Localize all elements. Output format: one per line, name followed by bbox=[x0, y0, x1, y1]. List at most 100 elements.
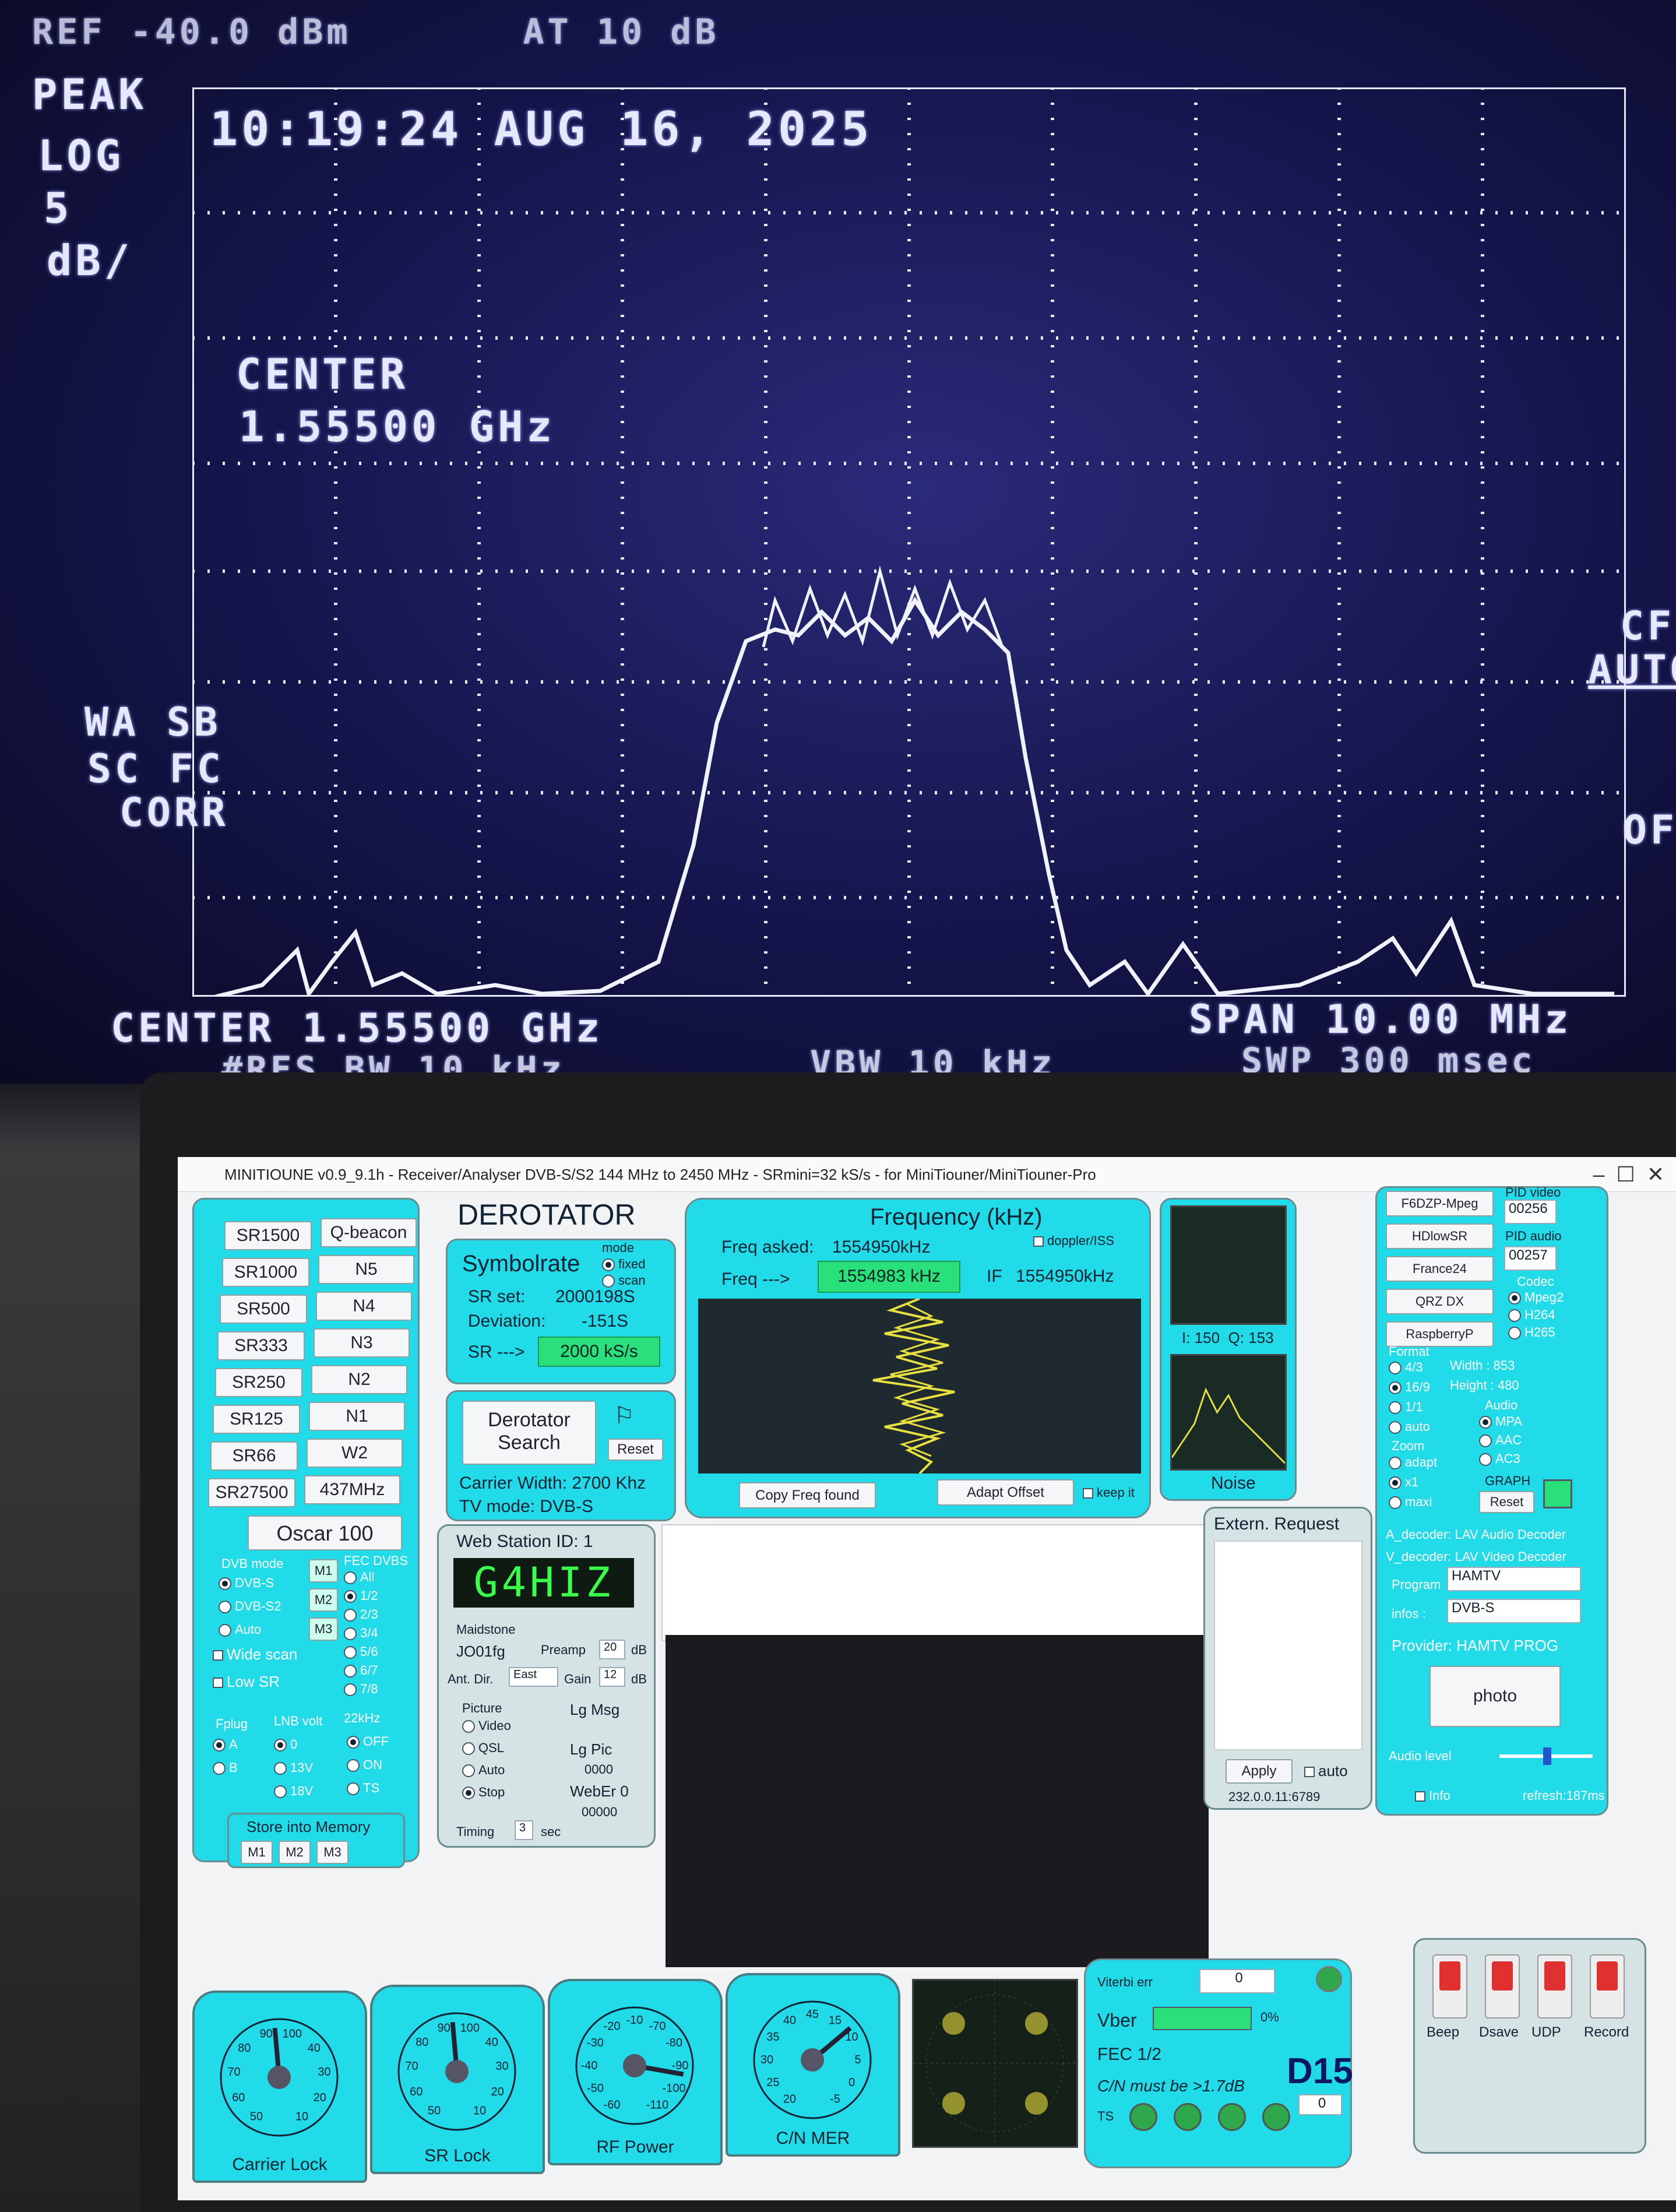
derotator-search-button[interactable]: Derotator Search bbox=[462, 1401, 596, 1465]
channel-button-3[interactable]: QRZ DX bbox=[1386, 1289, 1494, 1314]
graph-toggle[interactable] bbox=[1543, 1479, 1572, 1508]
sr-button-3[interactable]: SR333 bbox=[217, 1331, 305, 1360]
doppler-checkbox[interactable]: doppler/ISS bbox=[1033, 1233, 1114, 1249]
lnb-radio-0[interactable]: 0 bbox=[274, 1737, 297, 1752]
khz-radio-0[interactable]: OFF bbox=[347, 1734, 389, 1749]
audio-radio-2[interactable]: AC3 bbox=[1479, 1451, 1520, 1467]
copy-freq-button[interactable]: Copy Freq found bbox=[739, 1482, 876, 1508]
fplug-radio-1[interactable]: B bbox=[213, 1760, 238, 1775]
adapt-offset-button[interactable]: Adapt Offset bbox=[937, 1479, 1074, 1506]
picture-radio-1[interactable]: QSL bbox=[462, 1740, 504, 1756]
switch-1[interactable] bbox=[1485, 1954, 1520, 2018]
format-radio-1[interactable]: 16/9 bbox=[1389, 1380, 1430, 1395]
infos-field[interactable]: DVB-S bbox=[1447, 1599, 1581, 1623]
codec-radio-2[interactable]: H265 bbox=[1508, 1325, 1555, 1340]
sr-button-7[interactable]: SR27500 bbox=[208, 1478, 295, 1507]
channel-button-2[interactable]: France24 bbox=[1386, 1256, 1494, 1282]
mode-scan-radio[interactable]: scan bbox=[602, 1273, 645, 1288]
preset-button-3[interactable]: N3 bbox=[314, 1328, 410, 1358]
picture-radio-0[interactable]: Video bbox=[462, 1718, 511, 1733]
store-button-1[interactable]: M2 bbox=[279, 1841, 311, 1864]
store-button-0[interactable]: M1 bbox=[241, 1841, 273, 1864]
preset-button-1[interactable]: N5 bbox=[318, 1255, 414, 1284]
lnb-radio-2[interactable]: 18V bbox=[274, 1784, 313, 1799]
dvb-mode-radio-2[interactable]: Auto bbox=[219, 1622, 261, 1637]
zoom-radio-0[interactable]: adapt bbox=[1389, 1455, 1437, 1470]
info-checkbox[interactable]: Info bbox=[1415, 1788, 1450, 1803]
height-label-text: Height : bbox=[1450, 1378, 1494, 1392]
derotator-reset-button[interactable]: Reset bbox=[608, 1439, 663, 1461]
preset-button-2[interactable]: N4 bbox=[316, 1292, 412, 1321]
fec-radio-2[interactable]: 2/3 bbox=[344, 1607, 378, 1622]
extern-request-list[interactable] bbox=[1214, 1541, 1362, 1750]
fec-radio-6[interactable]: 7/8 bbox=[344, 1682, 378, 1697]
format-radio-3[interactable]: auto bbox=[1389, 1419, 1430, 1434]
codec-radio-1[interactable]: H264 bbox=[1508, 1307, 1555, 1323]
audio-radio-0[interactable]: MPA bbox=[1479, 1414, 1522, 1429]
khz-radio-1[interactable]: ON bbox=[347, 1757, 382, 1773]
oscar-100-button[interactable]: Oscar 100 bbox=[248, 1515, 402, 1550]
ant-dir-field[interactable]: East bbox=[509, 1667, 558, 1687]
dvb-m-button-1[interactable]: M2 bbox=[309, 1588, 338, 1612]
low-sr-checkbox[interactable]: Low SR bbox=[213, 1673, 280, 1691]
channel-button-1[interactable]: HDlowSR bbox=[1386, 1223, 1494, 1249]
sr-button-6[interactable]: SR66 bbox=[210, 1441, 298, 1471]
dvb-m-button-0[interactable]: M1 bbox=[309, 1559, 338, 1582]
format-radio-2[interactable]: 1/1 bbox=[1389, 1399, 1423, 1415]
wide-scan-checkbox[interactable]: Wide scan bbox=[213, 1645, 297, 1664]
picture-radio-3[interactable]: Stop bbox=[462, 1785, 505, 1800]
sr-button-0[interactable]: SR1500 bbox=[224, 1221, 312, 1250]
fec-label-3: 3/4 bbox=[360, 1626, 378, 1640]
zoom-radio-2[interactable]: maxi bbox=[1389, 1494, 1432, 1510]
auto-checkbox[interactable]: auto bbox=[1304, 1762, 1348, 1780]
pid-video-field[interactable]: 00256 bbox=[1504, 1200, 1557, 1224]
sr-button-4[interactable]: SR250 bbox=[215, 1368, 302, 1397]
preset-button-7[interactable]: 437MHz bbox=[304, 1475, 400, 1504]
picture-radio-2[interactable]: Auto bbox=[462, 1763, 505, 1778]
graph-reset-button[interactable]: Reset bbox=[1479, 1491, 1534, 1513]
fec-radio-1[interactable]: 1/2 bbox=[344, 1588, 378, 1603]
preset-button-4[interactable]: N2 bbox=[311, 1365, 407, 1394]
preset-button-0[interactable]: Q-beacon bbox=[321, 1218, 417, 1247]
timing-field[interactable]: 3 bbox=[515, 1820, 533, 1840]
switch-3[interactable] bbox=[1590, 1954, 1625, 2018]
sr-button-1[interactable]: SR1000 bbox=[222, 1258, 309, 1287]
switch-0[interactable] bbox=[1432, 1954, 1467, 2018]
gain-field[interactable]: 12 bbox=[599, 1667, 625, 1687]
keep-it-checkbox[interactable]: keep it bbox=[1083, 1485, 1135, 1500]
preset-button-6[interactable]: W2 bbox=[307, 1439, 403, 1468]
format-label-0: 4/3 bbox=[1405, 1360, 1423, 1374]
fplug-radio-0[interactable]: A bbox=[213, 1737, 238, 1752]
audio-level-slider[interactable] bbox=[1499, 1747, 1593, 1765]
khz-radio-2[interactable]: TS bbox=[347, 1781, 379, 1796]
fec-radio-5[interactable]: 6/7 bbox=[344, 1663, 378, 1678]
lnb-radio-1[interactable]: 13V bbox=[274, 1760, 313, 1775]
mode-fixed-radio[interactable]: fixed bbox=[602, 1257, 645, 1272]
zoom-radio-1[interactable]: x1 bbox=[1389, 1475, 1418, 1490]
pid-audio-field[interactable]: 00257 bbox=[1504, 1246, 1557, 1271]
viterbi-field: 0 bbox=[1199, 1969, 1275, 1993]
channel-button-4[interactable]: RaspberryP bbox=[1386, 1321, 1494, 1347]
locator: JO01fg bbox=[456, 1643, 505, 1660]
program-field[interactable]: HAMTV bbox=[1447, 1567, 1581, 1591]
dvb-m-button-2[interactable]: M3 bbox=[309, 1617, 338, 1641]
if-label: IF bbox=[987, 1267, 1002, 1286]
photo-button[interactable]: photo bbox=[1429, 1666, 1561, 1727]
apply-button[interactable]: Apply bbox=[1226, 1759, 1293, 1784]
preamp-field[interactable]: 20 bbox=[599, 1640, 625, 1659]
fec-radio-4[interactable]: 5/6 bbox=[344, 1644, 378, 1659]
channel-button-0[interactable]: F6DZP-Mpeg bbox=[1386, 1191, 1494, 1216]
sr-button-2[interactable]: SR500 bbox=[220, 1295, 307, 1324]
format-radio-0[interactable]: 4/3 bbox=[1389, 1360, 1423, 1375]
store-button-2[interactable]: M3 bbox=[316, 1841, 348, 1864]
sr-button-5[interactable]: SR125 bbox=[213, 1405, 300, 1434]
dvb-mode-radio-0[interactable]: DVB-S bbox=[219, 1576, 274, 1591]
dvb-mode-radio-1[interactable]: DVB-S2 bbox=[219, 1599, 281, 1614]
gain-db: dB bbox=[631, 1672, 647, 1686]
fec-radio-0[interactable]: All bbox=[344, 1570, 374, 1585]
audio-radio-1[interactable]: AAC bbox=[1479, 1433, 1522, 1448]
switch-2[interactable] bbox=[1537, 1954, 1572, 2018]
preset-button-5[interactable]: N1 bbox=[309, 1402, 405, 1431]
codec-radio-0[interactable]: Mpeg2 bbox=[1508, 1290, 1564, 1305]
fec-radio-3[interactable]: 3/4 bbox=[344, 1626, 378, 1641]
